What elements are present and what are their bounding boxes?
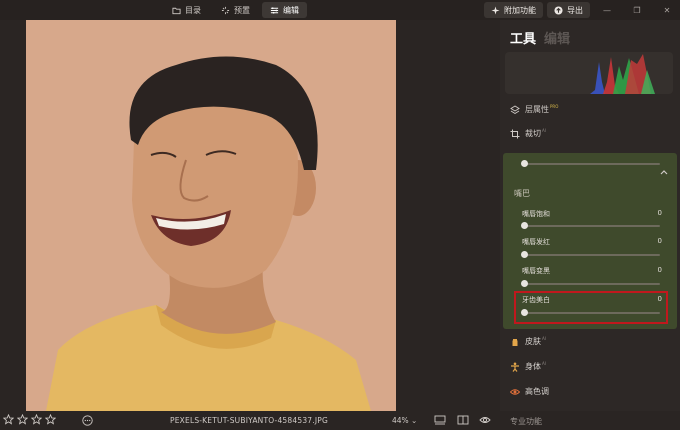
- filename: PEXELS-KETUT-SUBIYANTO-4584537.JPG: [170, 416, 328, 425]
- close-icon: ✕: [663, 5, 671, 15]
- slider-value-lip-saturation: 0: [657, 209, 662, 217]
- sparkle-icon: [491, 5, 500, 15]
- star-icon[interactable]: [45, 414, 56, 425]
- export-label: 导出: [567, 5, 583, 15]
- addon-button[interactable]: 附加功能: [484, 2, 543, 18]
- portrait-image: [26, 20, 396, 411]
- star-rating[interactable]: [3, 414, 56, 425]
- export-icon: [554, 5, 563, 15]
- histogram-graph: [590, 54, 655, 94]
- filmstrip-icon[interactable]: [434, 414, 446, 426]
- body-icon: [511, 362, 519, 372]
- color-tone-label: 高色调: [525, 387, 549, 396]
- star-icon[interactable]: [17, 414, 28, 425]
- compare-icon[interactable]: [457, 414, 469, 426]
- layers-icon: [510, 104, 520, 114]
- teeth-whitening-highlight: [514, 291, 668, 324]
- slider-track-lip-redness[interactable]: [522, 254, 660, 256]
- maximize-button[interactable]: ❐: [624, 2, 650, 18]
- ai-badge: AI: [542, 361, 546, 367]
- minimize-button[interactable]: —: [594, 2, 620, 18]
- export-button[interactable]: 导出: [547, 2, 590, 18]
- color-tone-row[interactable]: 高色调: [510, 386, 549, 397]
- pro-badge: PRO: [550, 104, 559, 110]
- skin-label: 皮肤AI: [525, 336, 546, 346]
- restore-icon: ❐: [633, 5, 641, 15]
- slider-track-lip-saturation[interactable]: [522, 225, 660, 227]
- slider-knob-lip-saturation[interactable]: [521, 222, 528, 229]
- star-icon[interactable]: [3, 414, 14, 425]
- tab-presets-label: 预置: [234, 5, 250, 15]
- mouth-section-title[interactable]: 嘴巴: [514, 188, 530, 199]
- layer-properties-label: 层属性PRO: [525, 104, 559, 114]
- tools-tab[interactable]: 工具: [510, 28, 536, 47]
- body-row[interactable]: 身体AI: [510, 361, 546, 372]
- crop-label: 裁切AI: [525, 128, 546, 138]
- minimize-icon: —: [603, 5, 611, 15]
- slider-knob-lip-darken[interactable]: [521, 280, 528, 287]
- tab-catalog[interactable]: 目录: [164, 2, 209, 18]
- pro-functions-label[interactable]: 专业功能: [510, 416, 542, 427]
- crop-row[interactable]: 裁切AI: [510, 128, 546, 139]
- edit-tab[interactable]: 编辑: [544, 28, 570, 47]
- layer-properties-row[interactable]: 层属性PRO: [510, 104, 558, 115]
- chevron-up-icon[interactable]: [660, 169, 668, 175]
- mode-tabs: 目录 预置 编辑: [164, 2, 307, 18]
- top-bar: 目录 预置 编辑 附加功能 导出 — ❐ ✕: [0, 0, 680, 20]
- body-label: 身体AI: [525, 361, 546, 371]
- tab-edit-label: 编辑: [283, 5, 299, 15]
- top-right-controls: 附加功能 导出 — ❐ ✕: [484, 2, 680, 18]
- ai-badge: AI: [542, 336, 546, 342]
- slider-knob-partial[interactable]: [521, 160, 528, 167]
- preview-eye-icon[interactable]: [479, 414, 491, 426]
- tab-catalog-label: 目录: [185, 5, 201, 15]
- slider-label-lip-saturation: 嘴唇饱和: [522, 210, 550, 218]
- tab-presets[interactable]: 预置: [213, 2, 258, 18]
- tab-edit[interactable]: 编辑: [262, 2, 307, 18]
- slider-knob-lip-redness[interactable]: [521, 251, 528, 258]
- addon-label: 附加功能: [504, 5, 536, 15]
- slider-track-lip-darken[interactable]: [522, 283, 660, 285]
- slider-value-lip-redness: 0: [657, 237, 662, 245]
- zoom-level[interactable]: 44% ⌄: [392, 416, 417, 425]
- bottom-bar: PEXELS-KETUT-SUBIYANTO-4584537.JPG 44% ⌄…: [0, 411, 680, 430]
- slider-value-lip-darken: 0: [657, 266, 662, 274]
- photo-canvas[interactable]: [26, 20, 396, 411]
- folder-icon: [172, 7, 181, 14]
- slider-track-partial[interactable]: [522, 163, 660, 165]
- crop-icon: [510, 129, 520, 138]
- panel-header: 工具 编辑: [510, 28, 570, 47]
- ai-badge: AI: [542, 128, 546, 134]
- star-icon[interactable]: [31, 414, 42, 425]
- sliders-icon: [270, 6, 279, 14]
- more-options-icon[interactable]: [82, 415, 93, 426]
- slider-label-lip-darken: 嘴唇变黑: [522, 267, 550, 275]
- eye-color-icon: [510, 388, 520, 395]
- histogram: [505, 52, 673, 94]
- skin-icon: [512, 338, 518, 346]
- close-button[interactable]: ✕: [654, 2, 680, 18]
- presets-icon: [221, 6, 230, 14]
- skin-row[interactable]: 皮肤AI: [510, 336, 546, 347]
- slider-label-lip-redness: 嘴唇发红: [522, 238, 550, 246]
